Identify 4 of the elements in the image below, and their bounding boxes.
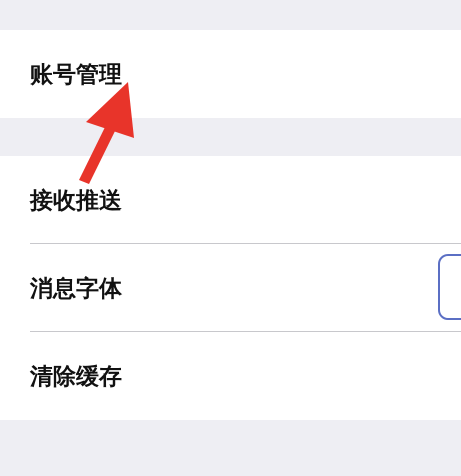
setting-label: 账号管理 (30, 60, 122, 90)
setting-label: 清除缓存 (30, 362, 122, 392)
setting-label: 消息字体 (30, 274, 122, 304)
setting-label: 接收推送 (30, 186, 122, 216)
